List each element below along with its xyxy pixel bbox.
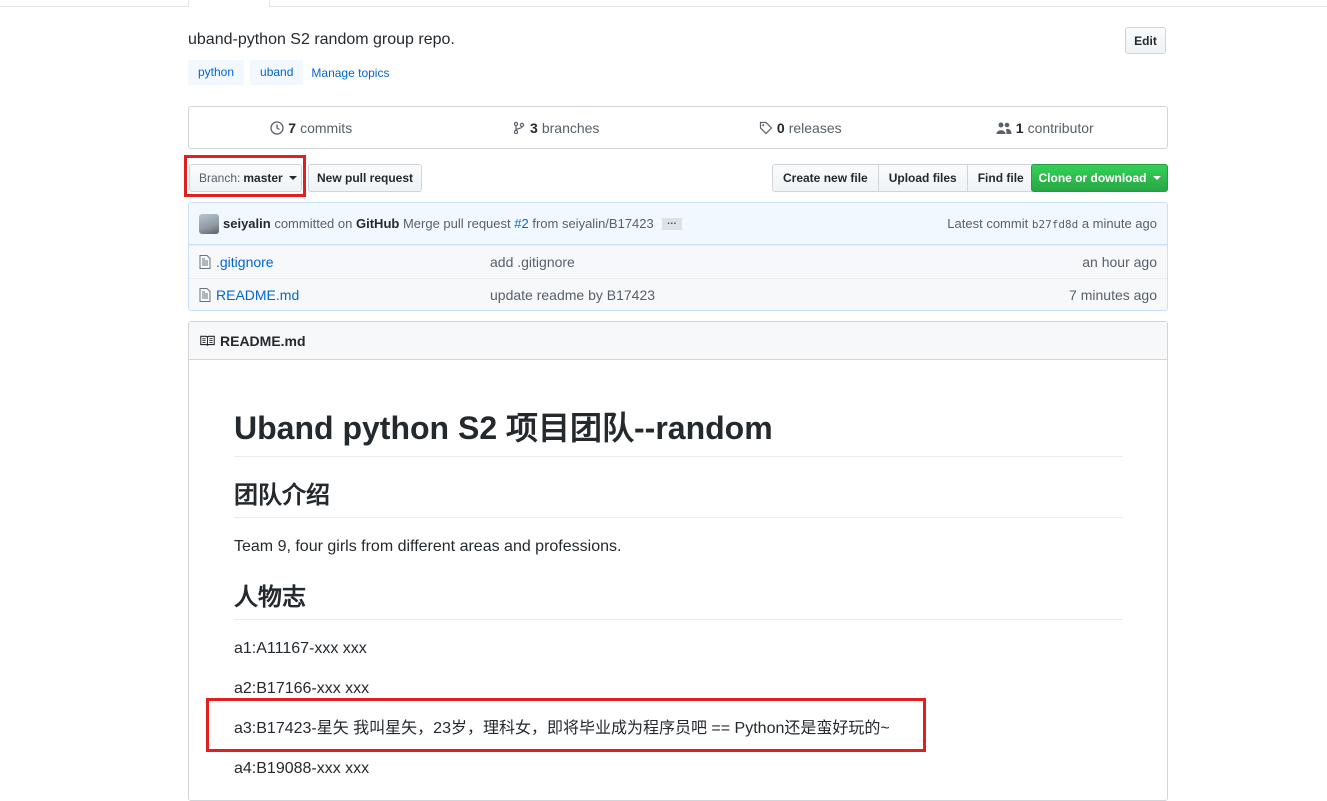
topic-uband[interactable]: uband — [250, 60, 304, 85]
readme-title: Uband python S2 项目团队--random — [234, 408, 1123, 457]
topics-list: python uband Manage topics — [188, 60, 389, 85]
table-row: .gitignore add .gitignore an hour ago — [189, 245, 1167, 278]
contributors-stat[interactable]: 1 contributor — [923, 107, 1168, 148]
book-icon — [200, 335, 215, 346]
file-age: 7 minutes ago — [1069, 287, 1157, 303]
file-commit-message[interactable]: update readme by B17423 — [490, 287, 655, 303]
tag-icon — [759, 121, 773, 134]
commit-platform: GitHub — [356, 216, 400, 231]
commit-author[interactable]: seiyalin — [223, 216, 271, 231]
commit-message-suffix[interactable]: from seiyalin/B17423 — [532, 216, 653, 231]
topic-python[interactable]: python — [188, 60, 245, 85]
clone-or-download-button[interactable]: Clone or download — [1031, 164, 1168, 192]
history-icon — [270, 120, 284, 135]
manage-topics-link[interactable]: Manage topics — [311, 66, 389, 80]
branches-stat[interactable]: 3 branches — [434, 107, 679, 148]
repo-description: uband-python S2 random group repo. — [188, 31, 455, 48]
file-listing: seiyalin committed on GitHub Merge pull … — [188, 202, 1168, 311]
create-new-file-button[interactable]: Create new file — [772, 164, 879, 192]
avatar[interactable] — [199, 213, 219, 234]
git-branch-icon — [513, 121, 525, 134]
expand-commit-button[interactable]: … — [661, 216, 682, 230]
find-file-button[interactable]: Find file — [966, 164, 1035, 192]
latest-commit-info: Latest commit b27fd8d a minute ago — [947, 216, 1157, 231]
pr-link[interactable]: #2 — [514, 216, 528, 231]
people-icon — [996, 122, 1012, 134]
repo-stats-bar: 7 commits 3 branches 0 releases 1 contri… — [188, 106, 1168, 149]
file-name-link[interactable]: README.md — [216, 287, 490, 303]
member-line: a1:A11167-xxx xxx — [234, 640, 367, 657]
member-highlight-box — [206, 698, 926, 752]
member-line: a2:B17166-xxx xxx — [234, 680, 370, 697]
file-age: an hour ago — [1082, 254, 1157, 270]
new-pull-request-button[interactable]: New pull request — [308, 164, 422, 192]
section-heading-people: 人物志 — [234, 583, 1123, 620]
caret-down-icon — [1152, 176, 1161, 180]
readme-header: README.md — [189, 322, 1167, 360]
section-heading-team: 团队介绍 — [234, 481, 1123, 518]
file-icon — [199, 255, 211, 269]
file-icon — [199, 288, 211, 302]
file-commit-message[interactable]: add .gitignore — [490, 254, 575, 270]
file-name-link[interactable]: .gitignore — [216, 254, 490, 270]
latest-commit-bar: seiyalin committed on GitHub Merge pull … — [189, 203, 1167, 245]
edit-description-button[interactable]: Edit — [1125, 27, 1166, 54]
branch-highlight-box — [184, 155, 306, 197]
commit-message-prefix[interactable]: Merge pull request — [403, 216, 511, 231]
upload-files-button[interactable]: Upload files — [877, 164, 968, 192]
member-line: a4:B19088-xxx xxx — [234, 760, 370, 777]
commit-time: a minute ago — [1081, 216, 1157, 231]
table-row: README.md update readme by B17423 7 minu… — [189, 278, 1167, 310]
commit-sha-link[interactable]: b27fd8d — [1032, 218, 1078, 231]
file-navigation: Create new file Upload files Find file — [772, 164, 1035, 192]
releases-stat[interactable]: 0 releases — [678, 107, 923, 148]
active-tab-stub — [188, 0, 270, 7]
team-description: Team 9, four girls from different areas … — [234, 538, 622, 555]
commits-stat[interactable]: 7 commits — [189, 107, 434, 148]
